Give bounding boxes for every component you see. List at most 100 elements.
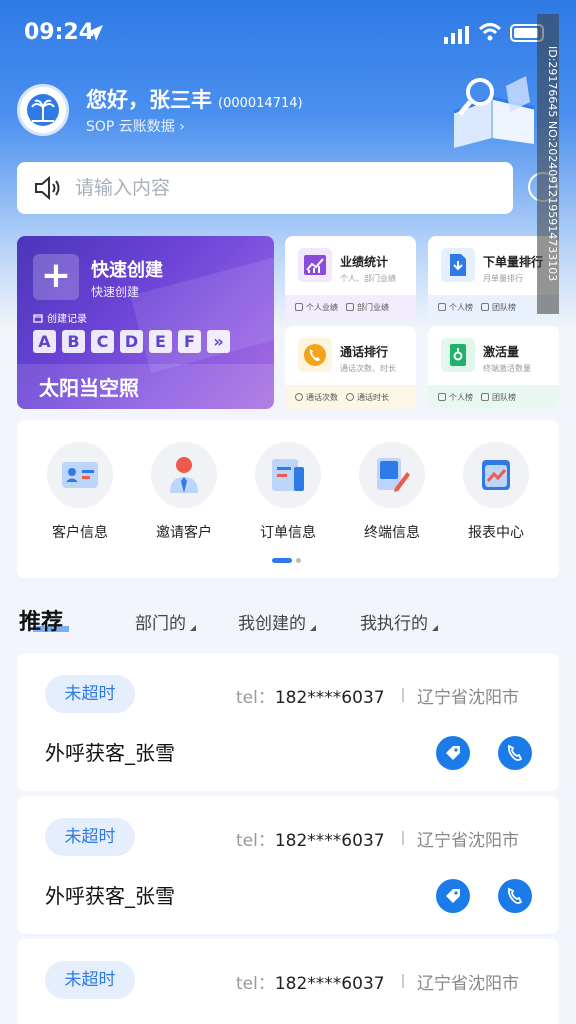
filter-label: 部门的 <box>135 614 186 634</box>
phone-icon <box>507 744 523 761</box>
page-dot-active <box>272 558 292 563</box>
record-letter-e[interactable]: E <box>149 330 172 353</box>
signal-icon <box>444 26 469 44</box>
phone-call-icon <box>298 338 332 372</box>
record-letter-b[interactable]: B <box>62 330 85 353</box>
tel-number[interactable]: 182****6037 <box>275 688 385 708</box>
speaker-icon[interactable] <box>33 175 63 201</box>
stat-link-call-duration[interactable]: 通话时长 <box>346 392 389 403</box>
record-letter-a[interactable]: A <box>33 330 56 353</box>
filter-created-by-me[interactable]: 我创建的 <box>238 609 316 634</box>
function-menu: 客户信息 邀请客户 订单信息 终端信息 报表中心 <box>17 420 559 578</box>
person-tie-icon <box>151 442 217 508</box>
dropdown-triangle-icon <box>432 625 438 631</box>
stat-title: 业绩统计 <box>340 255 389 269</box>
list-item[interactable]: 未超时 tel：182****6037 辽宁省沈阳市 <box>17 939 559 1024</box>
page-dot[interactable] <box>296 558 301 563</box>
menu-item-invite-customer[interactable]: 邀请客户 <box>134 442 234 542</box>
menu-label: 邀请客户 <box>156 525 212 541</box>
list-item[interactable]: 未超时 tel：182****6037 辽宁省沈阳市 外呼获客_张雪 <box>17 653 559 791</box>
record-letter-c[interactable]: C <box>91 330 114 353</box>
stat-footer: 个人榜 团队榜 <box>428 385 559 409</box>
location-arrow-icon <box>87 25 103 41</box>
filter-department[interactable]: 部门的 <box>135 609 196 634</box>
menu-item-report-center[interactable]: 报表中心 <box>446 442 546 542</box>
stat-subtitle: 通话次数、时长 <box>340 364 396 373</box>
menu-label: 报表中心 <box>468 525 524 541</box>
list-item[interactable]: 未超时 tel：182****6037 辽宁省沈阳市 外呼获客_张雪 <box>17 796 559 934</box>
record-letter-f[interactable]: F <box>178 330 201 353</box>
stat-card-activation[interactable]: 激活量 终端激活数量 个人榜 团队榜 <box>428 326 559 409</box>
task-name: 外呼获客_张雪 <box>45 741 175 765</box>
call-action-button[interactable] <box>498 879 532 913</box>
stat-title: 通话排行 <box>340 345 389 359</box>
menu-item-terminal-info[interactable]: 终端信息 <box>342 442 442 542</box>
tel-info: tel：182****6037 <box>236 969 385 994</box>
filter-label: 我执行的 <box>360 614 428 634</box>
terminal-pen-icon <box>359 442 425 508</box>
stat-subtitle: 个人、部门业绩 <box>340 274 396 283</box>
status-time: 09:24 <box>24 20 95 45</box>
dropdown-triangle-icon <box>190 625 196 631</box>
tag-icon <box>446 889 460 903</box>
region-text: 辽宁省沈阳市 <box>417 974 519 994</box>
status-bar: 09:24 <box>0 0 576 64</box>
status-badge: 未超时 <box>45 818 135 856</box>
region-text: 辽宁省沈阳市 <box>417 688 519 708</box>
stat-link-call-count[interactable]: 通话次数 <box>295 392 338 403</box>
calendar-icon <box>33 313 43 323</box>
call-action-button[interactable] <box>498 736 532 770</box>
avatar[interactable] <box>17 84 69 136</box>
watermark-id: ID:29176645 NO:20240912195914733103 <box>537 14 559 314</box>
account-link[interactable]: SOP 云账数据 › <box>86 116 185 136</box>
filter-label: 我创建的 <box>238 614 306 634</box>
tag-icon <box>446 746 460 760</box>
stat-link-personal-rank[interactable]: 个人榜 <box>438 392 473 403</box>
stat-footer: 个人业绩 部门业绩 <box>285 295 416 319</box>
stat-card-call-rank[interactable]: 通话排行 通话次数、时长 通话次数 通话时长 <box>285 326 416 409</box>
stat-subtitle: 月单量排行 <box>483 274 523 283</box>
tel-number[interactable]: 182****6037 <box>275 831 385 851</box>
menu-item-order-info[interactable]: 订单信息 <box>238 442 338 542</box>
palm-tree-logo-icon <box>27 94 59 126</box>
stat-footer: 通话次数 通话时长 <box>285 385 416 409</box>
tab-recommend[interactable]: 推荐 <box>19 604 63 636</box>
quick-create-title: 快速创建 <box>91 260 163 281</box>
greeting-name: 您好，张三丰 <box>86 88 212 112</box>
tel-info: tel：182****6037 <box>236 683 385 708</box>
quick-create-subtitle: 快速创建 <box>91 285 140 299</box>
tel-number[interactable]: 182****6037 <box>275 974 385 994</box>
stat-card-performance[interactable]: 业绩统计 个人、部门业绩 个人业绩 部门业绩 <box>285 236 416 319</box>
tel-label: tel： <box>236 974 275 994</box>
region-text: 辽宁省沈阳市 <box>417 831 519 851</box>
plus-icon[interactable]: + <box>33 254 79 300</box>
greeting-text: 您好，张三丰 (000014714) <box>86 84 303 114</box>
search-bar[interactable] <box>17 162 513 214</box>
search-input[interactable] <box>75 177 475 199</box>
user-id: (000014714) <box>218 96 303 111</box>
divider <box>402 688 404 702</box>
status-badge: 未超时 <box>45 675 135 713</box>
menu-item-customer-info[interactable]: 客户信息 <box>30 442 130 542</box>
stat-link-department[interactable]: 部门业绩 <box>346 302 389 313</box>
status-badge: 未超时 <box>45 961 135 999</box>
tag-action-button[interactable] <box>436 736 470 770</box>
report-chart-icon <box>463 442 529 508</box>
tel-label: tel： <box>236 831 275 851</box>
stat-subtitle: 终端激活数量 <box>483 364 531 373</box>
order-doc-download-icon <box>441 248 475 282</box>
menu-label: 客户信息 <box>52 525 108 541</box>
record-letters: A B C D E F » <box>33 330 230 353</box>
create-record-label: 创建记录 <box>33 310 87 325</box>
stat-link-team-rank[interactable]: 团队榜 <box>481 302 516 313</box>
stat-link-personal[interactable]: 个人业绩 <box>295 302 338 313</box>
quick-create-card[interactable]: + 快速创建 快速创建 创建记录 A B C D E F » 太阳当空照 <box>17 236 274 409</box>
record-letter-d[interactable]: D <box>120 330 143 353</box>
filter-executed-by-me[interactable]: 我执行的 <box>360 609 438 634</box>
stat-link-personal-rank[interactable]: 个人榜 <box>438 302 473 313</box>
create-record-text: 创建记录 <box>47 314 87 325</box>
tag-action-button[interactable] <box>436 879 470 913</box>
activation-device-icon <box>441 338 475 372</box>
more-letters-button[interactable]: » <box>207 330 230 353</box>
stat-link-team-rank[interactable]: 团队榜 <box>481 392 516 403</box>
